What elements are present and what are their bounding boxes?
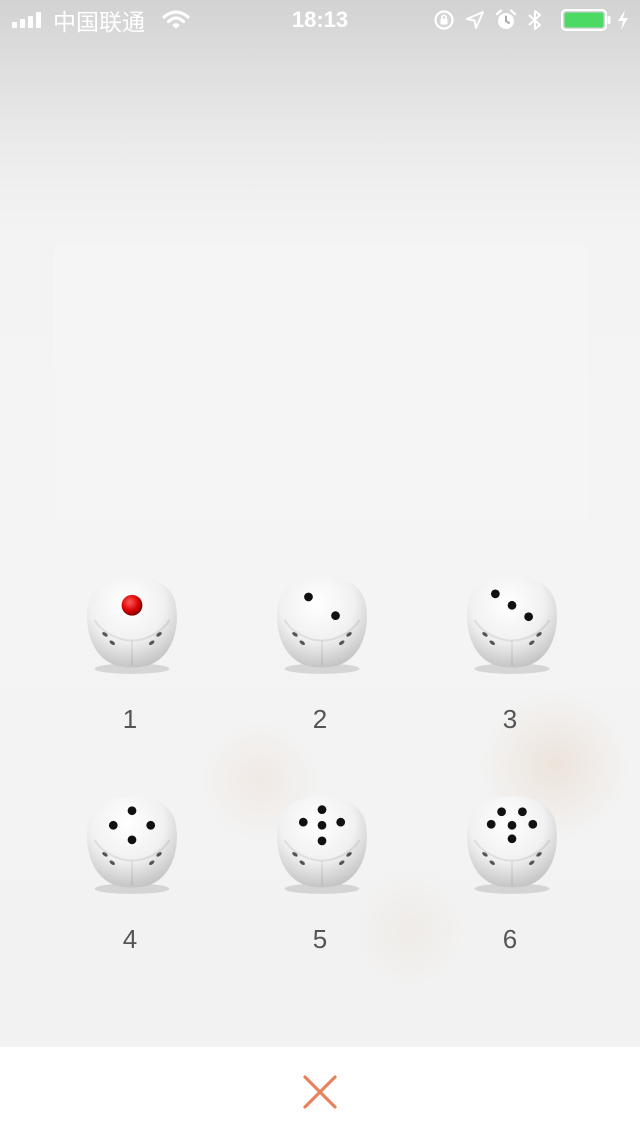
dice-label: 6 — [502, 924, 518, 954]
close-button[interactable] — [295, 1067, 345, 1117]
dice-label: 2 — [312, 704, 328, 734]
dice-grid: 1 2 3 4 5 6 — [0, 0, 640, 1047]
dice-option-5[interactable]: 5 — [260, 792, 380, 982]
bottom-bar — [0, 1047, 640, 1136]
dice-label: 1 — [122, 704, 138, 734]
dice-option-2[interactable]: 2 — [260, 572, 380, 762]
dice-label: 4 — [122, 924, 138, 954]
dice-4-icon — [87, 796, 177, 894]
dice-5-icon — [277, 796, 367, 894]
dice-2-icon — [277, 576, 367, 674]
dice-option-6[interactable]: 6 — [450, 792, 570, 982]
dice-label: 5 — [312, 924, 328, 954]
dice-6-icon — [467, 796, 557, 894]
dice-option-4[interactable]: 4 — [70, 792, 190, 982]
dice-3-icon — [467, 576, 557, 674]
dice-label: 3 — [502, 704, 518, 734]
dice-option-3[interactable]: 3 — [450, 572, 570, 762]
close-icon — [303, 1075, 337, 1109]
dice-1-icon — [87, 576, 177, 674]
dice-option-1[interactable]: 1 — [70, 572, 190, 762]
